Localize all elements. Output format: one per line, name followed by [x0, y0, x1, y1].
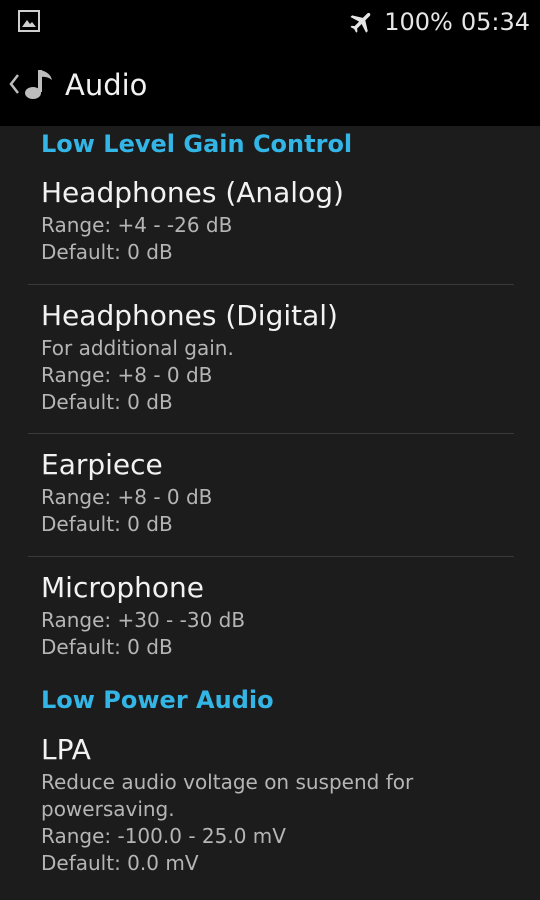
- pref-summary-line: Reduce audio voltage on suspend for: [41, 770, 414, 794]
- pref-summary-line: Range: -100.0 - 25.0 mV: [41, 824, 286, 848]
- pref-summary-line: Range: +8 - 0 dB: [41, 363, 213, 387]
- back-arrow-icon[interactable]: [8, 72, 20, 96]
- page-title: Audio: [65, 68, 148, 102]
- battery-percentage: 100%: [384, 8, 453, 36]
- music-note-icon[interactable]: [20, 66, 58, 104]
- pref-title: LPA: [41, 733, 91, 766]
- clock: 05:34: [460, 8, 530, 36]
- section-header-low-power-audio: Low Power Audio: [41, 686, 274, 714]
- pref-title: Earpiece: [41, 448, 163, 481]
- pref-summary-line: Range: +4 - -26 dB: [41, 213, 233, 237]
- airplane-mode-icon: [350, 12, 371, 33]
- pref-title: Microphone: [41, 571, 204, 604]
- pref-summary-line: Range: +8 - 0 dB: [41, 485, 213, 509]
- pref-summary-line: Default: 0 dB: [41, 512, 173, 536]
- pref-headphones-digital[interactable]: Headphones (Digital) For additional gain…: [41, 299, 511, 416]
- pref-summary-line: Range: +30 - -30 dB: [41, 608, 246, 632]
- pref-earpiece[interactable]: Earpiece Range: +8 - 0 dB Default: 0 dB: [41, 448, 511, 538]
- section-header-gain-control: Low Level Gain Control: [41, 130, 353, 158]
- pref-title: Headphones (Digital): [41, 299, 338, 332]
- divider: [28, 284, 514, 285]
- status-right: 100% 05:34: [348, 0, 530, 44]
- pref-summary-line: Default: 0 dB: [41, 635, 173, 659]
- preference-list[interactable]: Low Level Gain Control Headphones (Analo…: [0, 126, 540, 900]
- gallery-icon: [18, 10, 40, 32]
- pref-summary-line: For additional gain.: [41, 336, 234, 360]
- pref-headphones-analog[interactable]: Headphones (Analog) Range: +4 - -26 dB D…: [41, 176, 511, 266]
- pref-title: Headphones (Analog): [41, 176, 344, 209]
- pref-summary-line: powersaving.: [41, 797, 175, 821]
- action-bar[interactable]: Audio: [0, 44, 540, 126]
- pref-summary-line: Default: 0 dB: [41, 240, 173, 264]
- pref-lpa[interactable]: LPA Reduce audio voltage on suspend for …: [41, 733, 511, 877]
- pref-microphone[interactable]: Microphone Range: +30 - -30 dB Default: …: [41, 571, 511, 661]
- divider: [28, 433, 514, 434]
- status-bar: 100% 05:34: [0, 0, 540, 44]
- pref-summary-line: Default: 0 dB: [41, 390, 173, 414]
- divider: [28, 556, 514, 557]
- pref-summary-line: Default: 0.0 mV: [41, 851, 199, 875]
